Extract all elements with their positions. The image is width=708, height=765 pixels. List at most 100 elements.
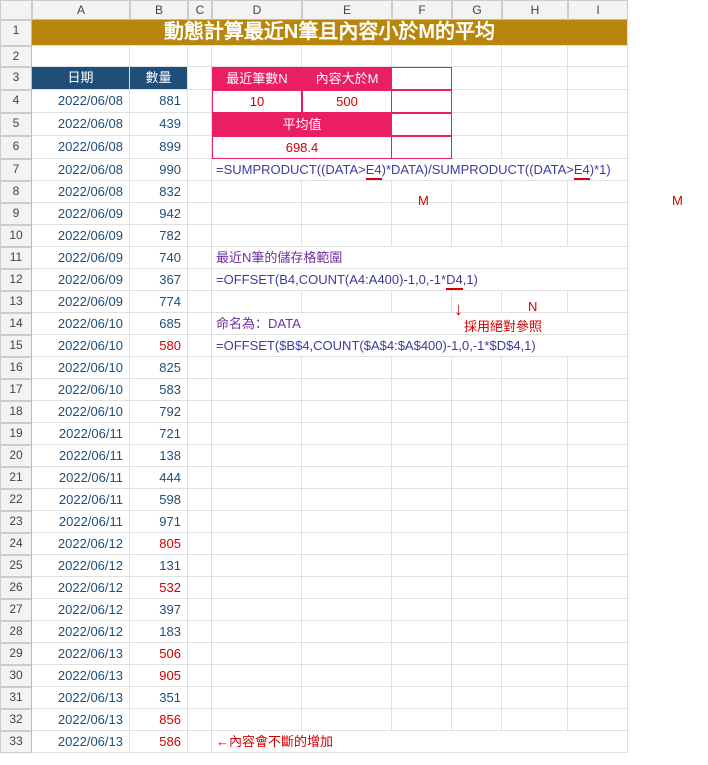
cell[interactable] — [568, 467, 628, 489]
cell[interactable] — [502, 445, 568, 467]
row-header-19[interactable]: 19 — [0, 423, 32, 445]
cell[interactable] — [392, 709, 452, 731]
cell[interactable] — [188, 599, 212, 621]
cell[interactable] — [502, 621, 568, 643]
cell[interactable] — [568, 643, 628, 665]
cell[interactable] — [452, 357, 502, 379]
row-header-28[interactable]: 28 — [0, 621, 32, 643]
row-header-26[interactable]: 26 — [0, 577, 32, 599]
cell[interactable] — [392, 621, 452, 643]
cell[interactable] — [452, 489, 502, 511]
cell-qty[interactable]: 740 — [130, 247, 188, 269]
cell[interactable] — [212, 511, 302, 533]
cell[interactable] — [212, 555, 302, 577]
cell[interactable] — [392, 136, 452, 159]
cell-qty[interactable]: 598 — [130, 489, 188, 511]
cell[interactable] — [392, 67, 452, 90]
cell[interactable] — [452, 401, 502, 423]
formula-offset-2[interactable]: =OFFSET($B$4,COUNT($A$4:$A$400)-1,0,-1*$… — [212, 335, 628, 357]
cell[interactable] — [212, 533, 302, 555]
cell[interactable] — [302, 181, 392, 203]
cell[interactable] — [568, 665, 628, 687]
cell[interactable] — [212, 643, 302, 665]
col-header-F[interactable]: F — [392, 0, 452, 20]
cell[interactable] — [502, 555, 568, 577]
cell[interactable] — [568, 577, 628, 599]
cell-date[interactable]: 2022/06/09 — [32, 269, 130, 291]
cell[interactable] — [302, 665, 392, 687]
cell[interactable] — [568, 203, 628, 225]
row-header-25[interactable]: 25 — [0, 555, 32, 577]
cell[interactable] — [568, 379, 628, 401]
cell[interactable] — [392, 225, 452, 247]
cell-qty[interactable]: 685 — [130, 313, 188, 335]
cell-qty[interactable]: 439 — [130, 113, 188, 136]
cell-date[interactable]: 2022/06/09 — [32, 247, 130, 269]
cell-date[interactable]: 2022/06/12 — [32, 555, 130, 577]
cell[interactable] — [502, 489, 568, 511]
cell-qty[interactable]: 131 — [130, 555, 188, 577]
cell[interactable] — [188, 555, 212, 577]
cell-qty[interactable]: 721 — [130, 423, 188, 445]
cell[interactable] — [212, 423, 302, 445]
cell[interactable] — [212, 687, 302, 709]
cell[interactable] — [392, 46, 452, 67]
cell-qty[interactable]: 583 — [130, 379, 188, 401]
cell[interactable] — [212, 621, 302, 643]
cell-date[interactable]: 2022/06/10 — [32, 313, 130, 335]
cell[interactable] — [452, 181, 502, 203]
row-header-20[interactable]: 20 — [0, 445, 32, 467]
cell[interactable] — [392, 533, 452, 555]
cell[interactable] — [452, 621, 502, 643]
row-header-4[interactable]: 4 — [0, 90, 32, 113]
cell[interactable] — [568, 401, 628, 423]
col-header-B[interactable]: B — [130, 0, 188, 20]
cell-date[interactable]: 2022/06/13 — [32, 731, 130, 753]
cell[interactable] — [188, 136, 212, 159]
cell[interactable] — [188, 181, 212, 203]
cell[interactable] — [502, 533, 568, 555]
cell-qty[interactable]: 351 — [130, 687, 188, 709]
cell[interactable] — [502, 225, 568, 247]
cell[interactable] — [302, 225, 392, 247]
cell[interactable] — [302, 379, 392, 401]
cell[interactable] — [302, 687, 392, 709]
cell[interactable] — [188, 90, 212, 113]
cell[interactable] — [452, 687, 502, 709]
cell-date[interactable]: 2022/06/11 — [32, 423, 130, 445]
cell[interactable] — [452, 379, 502, 401]
cell[interactable] — [452, 90, 502, 113]
cell[interactable] — [392, 665, 452, 687]
cell[interactable] — [452, 533, 502, 555]
cell-date[interactable]: 2022/06/13 — [32, 665, 130, 687]
cell[interactable] — [568, 533, 628, 555]
row-header-5[interactable]: 5 — [0, 113, 32, 136]
cell[interactable] — [302, 489, 392, 511]
row-header-24[interactable]: 24 — [0, 533, 32, 555]
cell-date[interactable]: 2022/06/12 — [32, 533, 130, 555]
cell[interactable] — [392, 643, 452, 665]
cell[interactable] — [188, 313, 212, 335]
cell-date[interactable]: 2022/06/12 — [32, 599, 130, 621]
cell-date[interactable]: 2022/06/10 — [32, 335, 130, 357]
row-header-15[interactable]: 15 — [0, 335, 32, 357]
cell[interactable] — [392, 467, 452, 489]
cell-qty[interactable]: 792 — [130, 401, 188, 423]
row-header-21[interactable]: 21 — [0, 467, 32, 489]
cell-qty[interactable]: 990 — [130, 159, 188, 181]
cell[interactable] — [452, 643, 502, 665]
row-header-12[interactable]: 12 — [0, 269, 32, 291]
cell-date[interactable]: 2022/06/11 — [32, 489, 130, 511]
cell[interactable] — [502, 67, 568, 90]
cell[interactable] — [212, 46, 302, 67]
cell[interactable] — [392, 555, 452, 577]
cell-date[interactable]: 2022/06/09 — [32, 225, 130, 247]
cell[interactable] — [502, 90, 568, 113]
cell[interactable] — [452, 113, 502, 136]
cell-qty[interactable]: 905 — [130, 665, 188, 687]
cell-qty[interactable]: 971 — [130, 511, 188, 533]
cell[interactable] — [568, 113, 628, 136]
cell-qty[interactable]: 881 — [130, 90, 188, 113]
row-header-17[interactable]: 17 — [0, 379, 32, 401]
row-header-32[interactable]: 32 — [0, 709, 32, 731]
